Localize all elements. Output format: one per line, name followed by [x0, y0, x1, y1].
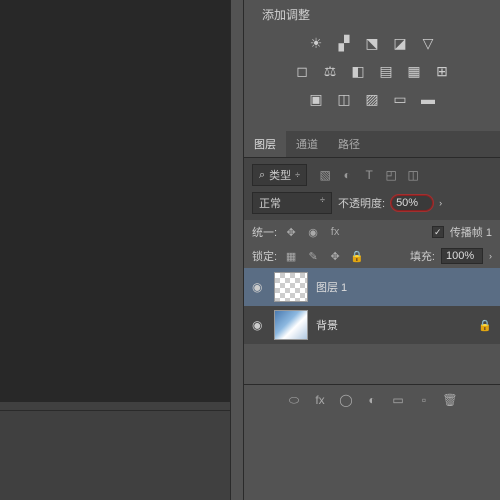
adjustments-title: 添加调整 — [254, 6, 490, 23]
vibrance-icon[interactable]: ▽ — [417, 33, 439, 53]
chevron-down-icon: ÷ — [295, 170, 300, 180]
lock-position-icon[interactable]: ✥ — [327, 249, 343, 263]
filter-adjust-icon[interactable]: ◐ — [339, 167, 355, 183]
lookup-icon[interactable]: ⊞ — [431, 61, 453, 81]
invert-icon[interactable]: ▣ — [305, 89, 327, 109]
layer-row[interactable]: ◉ 图层 1 — [244, 268, 500, 306]
adjustment-layer-icon[interactable]: ◐ — [364, 393, 380, 407]
layer-thumbnail[interactable] — [274, 272, 308, 302]
visibility-toggle-icon[interactable]: ◉ — [252, 280, 266, 294]
layers-footer: ⬭ fx ◯ ◐ ▭ ▫ 🗑 — [244, 384, 500, 415]
propagate-label: 传播帧 1 — [450, 224, 492, 240]
opacity-input[interactable]: 50% — [391, 195, 433, 211]
panel-divider[interactable] — [230, 0, 244, 500]
filter-type-icon[interactable]: T — [361, 167, 377, 183]
tab-channels[interactable]: 通道 — [286, 131, 328, 157]
lock-all-icon[interactable]: 🔒 — [349, 249, 365, 263]
adjustments-row-1: ☀ ▞ ⬔ ◪ ▽ — [254, 33, 490, 53]
photofilter-icon[interactable]: ▤ — [375, 61, 397, 81]
link-layers-icon[interactable]: ⬭ — [286, 393, 302, 407]
canvas-lower-panel — [0, 410, 230, 500]
filter-kind-dropdown[interactable]: ⌕ 类型 ÷ — [252, 164, 307, 186]
unify-visibility-icon[interactable]: ◉ — [305, 225, 321, 239]
balance-icon[interactable]: ⚖ — [319, 61, 341, 81]
tab-paths[interactable]: 路径 — [328, 131, 370, 157]
fill-label: 填充: — [410, 248, 435, 264]
delete-layer-icon[interactable]: 🗑 — [442, 393, 458, 407]
layer-thumbnail[interactable] — [274, 310, 308, 340]
selective-icon[interactable]: ▬ — [417, 89, 439, 109]
chevron-down-icon: ÷ — [320, 195, 325, 211]
filter-smart-icon[interactable]: ◫ — [405, 167, 421, 183]
layer-name-label[interactable]: 背景 — [316, 317, 338, 333]
adjustments-row-2: ◻ ⚖ ◧ ▤ ▦ ⊞ — [254, 61, 490, 81]
fill-flyout-icon[interactable]: › — [489, 251, 492, 261]
tab-layers[interactable]: 图层 — [244, 131, 286, 157]
lock-row: 锁定: ▦ ✎ ✥ 🔒 填充: 100% › — [244, 244, 500, 268]
layer-name-label[interactable]: 图层 1 — [316, 279, 347, 295]
visibility-toggle-icon[interactable]: ◉ — [252, 318, 266, 332]
panel-tabs: 图层 通道 路径 — [244, 131, 500, 158]
opacity-flyout-icon[interactable]: › — [439, 198, 442, 208]
lock-pixels-icon[interactable]: ✎ — [305, 249, 321, 263]
filter-pixel-icon[interactable]: ▧ — [317, 167, 333, 183]
new-layer-icon[interactable]: ▫ — [416, 393, 432, 407]
levels-icon[interactable]: ▞ — [333, 33, 355, 53]
unify-style-icon[interactable]: fx — [327, 225, 343, 239]
hue-icon[interactable]: ◻ — [291, 61, 313, 81]
unify-row: 统一: ✥ ◉ fx ✓ 传播帧 1 — [244, 220, 500, 244]
blend-opacity-row: 正常 ÷ 不透明度: 50% › — [252, 192, 492, 214]
lock-transparent-icon[interactable]: ▦ — [283, 249, 299, 263]
exposure-icon[interactable]: ◪ — [389, 33, 411, 53]
opacity-label: 不透明度: — [338, 195, 385, 211]
filter-row: ⌕ 类型 ÷ ▧ ◐ T ◰ ◫ — [252, 164, 492, 186]
blend-mode-dropdown[interactable]: 正常 ÷ — [252, 192, 332, 214]
fill-input[interactable]: 100% — [441, 248, 483, 264]
adjustments-row-3: ▣ ◫ ▨ ▭ ▬ — [254, 89, 490, 109]
adjustments-panel: 添加调整 ☀ ▞ ⬔ ◪ ▽ ◻ ⚖ ◧ ▤ ▦ ⊞ ▣ ◫ ▨ ▭ ▬ — [244, 0, 500, 123]
mixer-icon[interactable]: ▦ — [403, 61, 425, 81]
canvas-viewport[interactable] — [0, 0, 230, 402]
gradmap-icon[interactable]: ▭ — [389, 89, 411, 109]
fx-icon[interactable]: fx — [312, 393, 328, 407]
threshold-icon[interactable]: ▨ — [361, 89, 383, 109]
curves-icon[interactable]: ⬔ — [361, 33, 383, 53]
brightness-icon[interactable]: ☀ — [305, 33, 327, 53]
mask-icon[interactable]: ◯ — [338, 393, 354, 407]
layer-row[interactable]: ◉ 背景 🔒 — [244, 306, 500, 344]
unify-position-icon[interactable]: ✥ — [283, 225, 299, 239]
group-icon[interactable]: ▭ — [390, 393, 406, 407]
filter-shape-icon[interactable]: ◰ — [383, 167, 399, 183]
lock-icon: 🔒 — [478, 319, 492, 332]
search-icon: ⌕ — [259, 169, 265, 182]
lock-label: 锁定: — [252, 248, 277, 264]
blend-mode-value: 正常 — [259, 195, 281, 211]
canvas-area — [0, 0, 230, 500]
bw-icon[interactable]: ◧ — [347, 61, 369, 81]
propagate-checkbox[interactable]: ✓ — [432, 226, 444, 238]
posterize-icon[interactable]: ◫ — [333, 89, 355, 109]
filter-kind-label: 类型 — [269, 167, 291, 183]
unify-label: 统一: — [252, 224, 277, 240]
layers-list: ◉ 图层 1 ◉ 背景 🔒 — [244, 268, 500, 344]
